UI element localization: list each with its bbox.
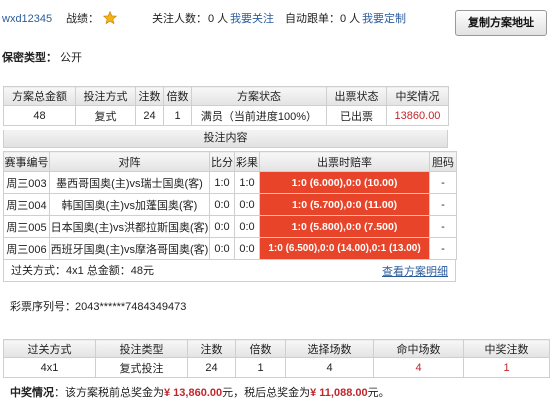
summary-header-row: 方案总金额 投注方式 注数 倍数 方案状态 出票状态 中奖情况 bbox=[3, 86, 449, 106]
match-banker: - bbox=[429, 171, 457, 194]
prize-text-2: 元，税后总奖金为 bbox=[222, 387, 311, 399]
result-multiplier: 1 bbox=[235, 357, 286, 378]
plan-summary-table: 方案总金额 投注方式 注数 倍数 方案状态 出票状态 中奖情况 48 复式 24… bbox=[3, 86, 449, 126]
match-odds: 1:0 (5.800),0:0 (7.500) bbox=[259, 215, 430, 238]
match-id: 周三004 bbox=[3, 193, 50, 216]
autofollow-label: 自动跟单： bbox=[285, 13, 340, 25]
pass-mode-summary: 过关方式：4x1 总金额：48元 bbox=[11, 265, 155, 277]
match-teams: 西班牙国奥(主)vs摩洛哥国奥(客) bbox=[49, 237, 210, 260]
result-header-cell: 选择场数 bbox=[285, 339, 374, 358]
prize-statement: 中奖情况：该方案税前总奖金为¥ 13,860.00元，税后总奖金为¥ 11,08… bbox=[10, 387, 390, 400]
selected-matches: 4 bbox=[285, 357, 374, 378]
match-teams: 韩国国奥(主)vs加蓬国奥(客) bbox=[49, 193, 210, 216]
match-banker: - bbox=[429, 193, 457, 216]
match-banker: - bbox=[429, 237, 457, 260]
match-result: 1:0 bbox=[234, 171, 260, 194]
match-odds: 1:0 (5.700),0:0 (11.00) bbox=[259, 193, 430, 216]
result-header-cell: 命中场数 bbox=[373, 339, 464, 358]
summary-header-cell: 出票状态 bbox=[326, 86, 387, 106]
multiplier: 1 bbox=[163, 105, 192, 126]
result-header-row: 过关方式 投注类型 注数 倍数 选择场数 命中场数 中奖注数 bbox=[3, 339, 550, 358]
pass-mode: 4x1 bbox=[3, 357, 96, 378]
match-teams: 墨西哥国奥(主)vs瑞士国奥(客) bbox=[49, 171, 210, 194]
match-banker: - bbox=[429, 215, 457, 238]
plan-header: wxd12345 战绩： 关注人数： 0 人 我要关注 自动跟单： 0 人 我要… bbox=[0, 0, 550, 44]
prize-label: 中奖情况 bbox=[10, 387, 54, 399]
match-score: 1:0 bbox=[209, 171, 235, 194]
matches-header-cell: 胆码 bbox=[429, 151, 457, 172]
matches-header-cell: 出票时赔率 bbox=[259, 151, 430, 172]
bet-count: 24 bbox=[135, 105, 164, 126]
total-amount: 48 bbox=[3, 105, 76, 126]
custom-link[interactable]: 我要定制 bbox=[362, 12, 406, 26]
copy-plan-url-button[interactable]: 复制方案地址 bbox=[455, 10, 547, 36]
view-plan-detail-link[interactable]: 查看方案明细 bbox=[382, 265, 448, 279]
match-id: 周三006 bbox=[3, 237, 50, 260]
match-teams: 日本国奥(主)vs洪都拉斯国奥(客) bbox=[49, 215, 210, 238]
privacy-value: 公开 bbox=[60, 52, 82, 64]
match-id: 周三005 bbox=[3, 215, 50, 238]
result-value-row: 4x1 复式投注 24 1 4 4 1 bbox=[3, 357, 550, 378]
ticket-status: 已出票 bbox=[326, 105, 387, 126]
bet-type: 复式投注 bbox=[95, 357, 188, 378]
match-score: 0:0 bbox=[209, 193, 235, 216]
record-label: 战绩： bbox=[66, 13, 99, 25]
serial-number: 2043******7484349473 bbox=[75, 301, 187, 313]
match-score: 0:0 bbox=[209, 215, 235, 238]
result-header-cell: 中奖注数 bbox=[463, 339, 550, 358]
table-row: 周三005 日本国奥(主)vs洪都拉斯国奥(客) 0:0 0:0 1:0 (5.… bbox=[3, 215, 457, 238]
match-result: 0:0 bbox=[234, 237, 260, 260]
matches-header-row: 赛事编号 对阵 比分 彩果 出票时赔率 胆码 bbox=[3, 151, 457, 172]
summary-header-cell: 投注方式 bbox=[75, 86, 136, 106]
record-star-icon bbox=[103, 11, 117, 25]
table-row: 周三004 韩国国奥(主)vs加蓬国奥(客) 0:0 0:0 1:0 (5.70… bbox=[3, 193, 457, 216]
bet-content-footer: 过关方式：4x1 总金额：48元 查看方案明细 bbox=[3, 260, 456, 282]
match-result: 0:0 bbox=[234, 193, 260, 216]
hit-matches: 4 bbox=[373, 357, 464, 378]
post-tax-prize: ¥ 11,088.00 bbox=[310, 387, 368, 399]
followers-count: 0 人 bbox=[208, 13, 229, 25]
summary-header-cell: 方案总金额 bbox=[3, 86, 76, 106]
summary-header-cell: 中奖情况 bbox=[386, 86, 449, 106]
bet-content-table: 赛事编号 对阵 比分 彩果 出票时赔率 胆码 周三003 墨西哥国奥(主)vs瑞… bbox=[3, 151, 457, 260]
match-id: 周三003 bbox=[3, 171, 50, 194]
summary-header-cell: 倍数 bbox=[163, 86, 192, 106]
result-header-cell: 投注类型 bbox=[95, 339, 188, 358]
prize-text-3: 元。 bbox=[367, 387, 390, 399]
matches-header-cell: 彩果 bbox=[234, 151, 260, 172]
matches-header-cell: 比分 bbox=[209, 151, 235, 172]
match-odds: 1:0 (6.500),0:0 (14.00),0:1 (13.00) bbox=[259, 237, 430, 260]
match-score: 0:0 bbox=[209, 237, 235, 260]
prize-result-table: 过关方式 投注类型 注数 倍数 选择场数 命中场数 中奖注数 4x1 复式投注 … bbox=[3, 339, 550, 378]
bet-method: 复式 bbox=[75, 105, 136, 126]
privacy-label: 保密类型： bbox=[2, 52, 57, 64]
autofollow-count: 0 人 bbox=[340, 13, 361, 25]
summary-header-cell: 方案状态 bbox=[191, 86, 327, 106]
winning-bets: 1 bbox=[463, 357, 550, 378]
prize-text-1: ：该方案税前总奖金为 bbox=[54, 387, 164, 399]
plan-status: 满员（当前进度100%） bbox=[191, 105, 327, 126]
username-link[interactable]: wxd12345 bbox=[2, 12, 52, 26]
follow-link[interactable]: 我要关注 bbox=[230, 12, 274, 26]
matches-header-cell: 赛事编号 bbox=[3, 151, 50, 172]
prize-amount: 13860.00 bbox=[386, 105, 449, 126]
table-row: 周三003 墨西哥国奥(主)vs瑞士国奥(客) 1:0 1:0 1:0 (6.0… bbox=[3, 171, 457, 194]
followers-label: 关注人数： bbox=[152, 13, 207, 25]
result-header-cell: 过关方式 bbox=[3, 339, 96, 358]
table-row: 周三006 西班牙国奥(主)vs摩洛哥国奥(客) 0:0 0:0 1:0 (6.… bbox=[3, 237, 457, 260]
matches-header-cell: 对阵 bbox=[49, 151, 210, 172]
match-odds: 1:0 (6.000),0:0 (10.00) bbox=[259, 171, 430, 194]
pre-tax-prize: ¥ 13,860.00 bbox=[164, 387, 223, 399]
result-bet-count: 24 bbox=[187, 357, 236, 378]
serial-label: 彩票序列号： bbox=[10, 301, 76, 313]
bet-content-title: 投注内容 bbox=[3, 130, 448, 148]
summary-header-cell: 注数 bbox=[135, 86, 164, 106]
match-result: 0:0 bbox=[234, 215, 260, 238]
result-header-cell: 倍数 bbox=[235, 339, 286, 358]
result-header-cell: 注数 bbox=[187, 339, 236, 358]
summary-value-row: 48 复式 24 1 满员（当前进度100%） 已出票 13860.00 bbox=[3, 105, 449, 126]
